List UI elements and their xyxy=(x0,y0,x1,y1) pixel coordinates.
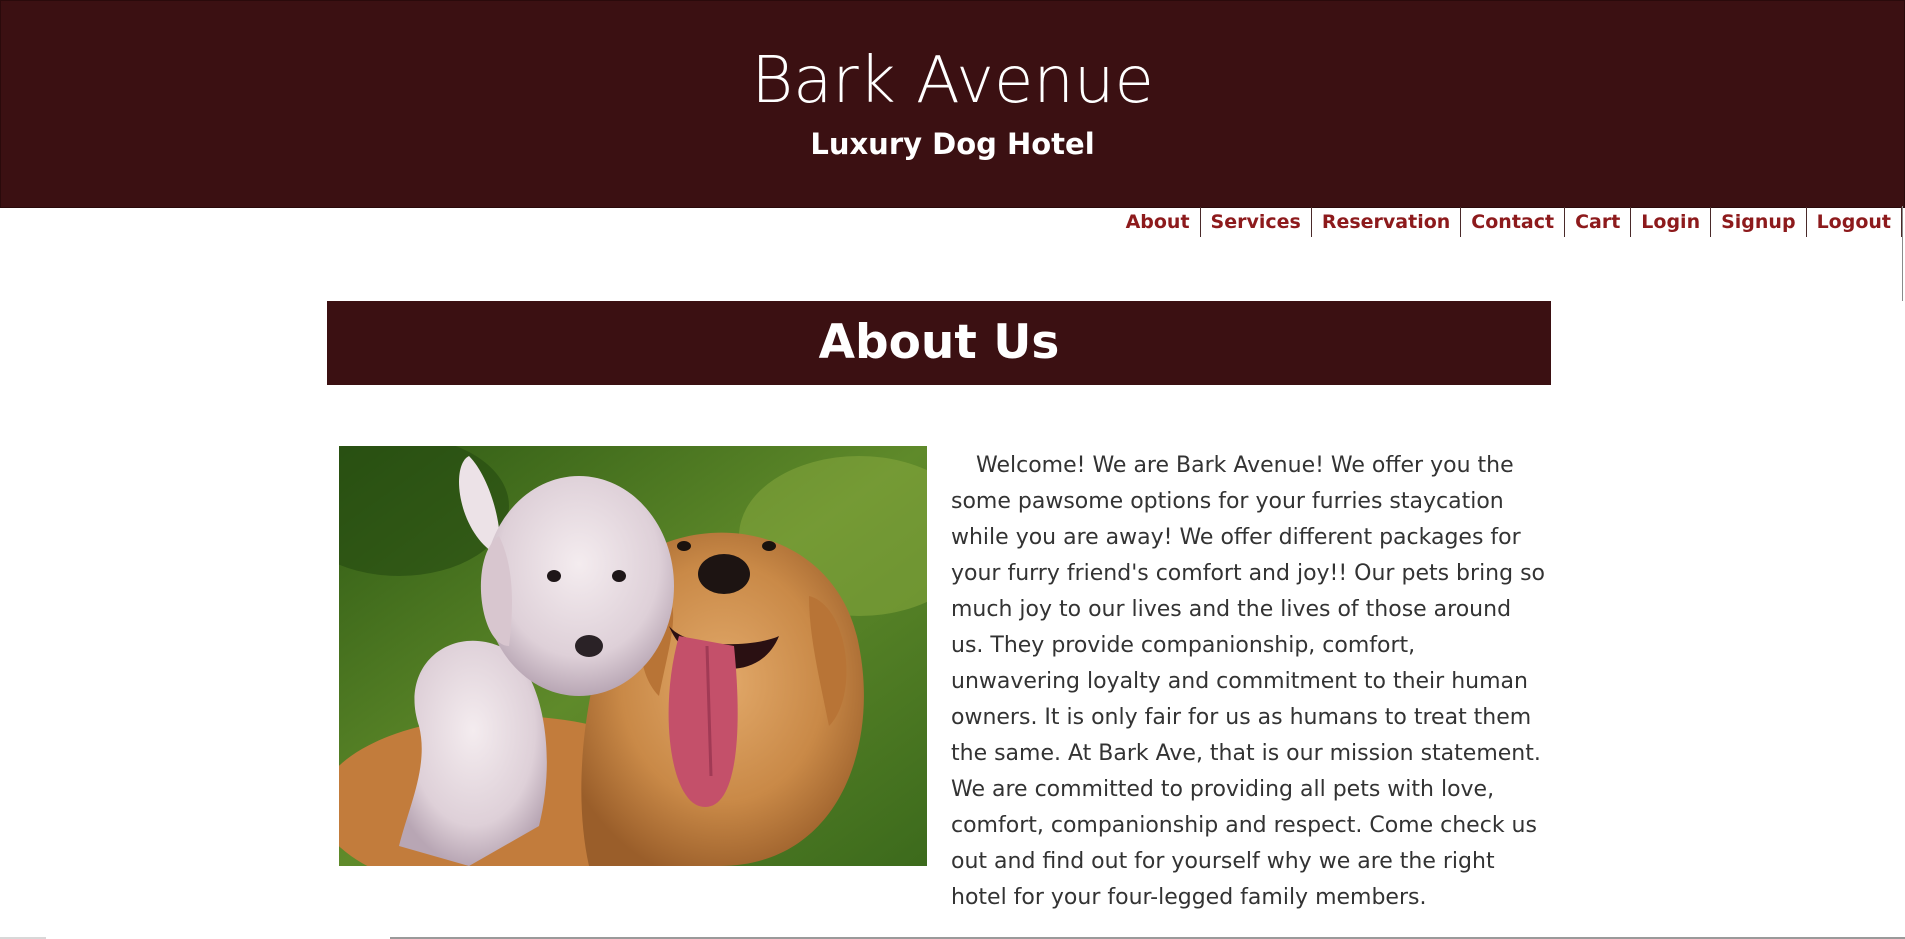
nav-link-logout[interactable]: Logout xyxy=(1807,207,1902,237)
dogs-photo xyxy=(339,446,927,866)
page-edge-divider xyxy=(1902,206,1903,301)
nav-link-services[interactable]: Services xyxy=(1201,207,1312,237)
page: Bark Avenue Luxury Dog Hotel About Servi… xyxy=(0,0,1905,939)
site-header: Bark Avenue Luxury Dog Hotel xyxy=(0,0,1905,208)
site-subtitle: Luxury Dog Hotel xyxy=(810,127,1095,161)
nav-link-reservation[interactable]: Reservation xyxy=(1312,207,1462,237)
about-paragraph: Welcome! We are Bark Avenue! We offer yo… xyxy=(951,453,1545,910)
nav-link-signup[interactable]: Signup xyxy=(1711,207,1807,237)
about-banner: About Us xyxy=(327,301,1551,385)
main-nav: About Services Reservation Contact Cart … xyxy=(1116,207,1902,237)
nav-link-about[interactable]: About xyxy=(1116,207,1201,237)
about-heading: About Us xyxy=(818,315,1060,370)
nav-link-contact[interactable]: Contact xyxy=(1461,207,1566,237)
nav-link-login[interactable]: Login xyxy=(1631,207,1712,237)
site-title: Bark Avenue xyxy=(751,44,1154,118)
nav-link-cart[interactable]: Cart xyxy=(1565,207,1632,237)
